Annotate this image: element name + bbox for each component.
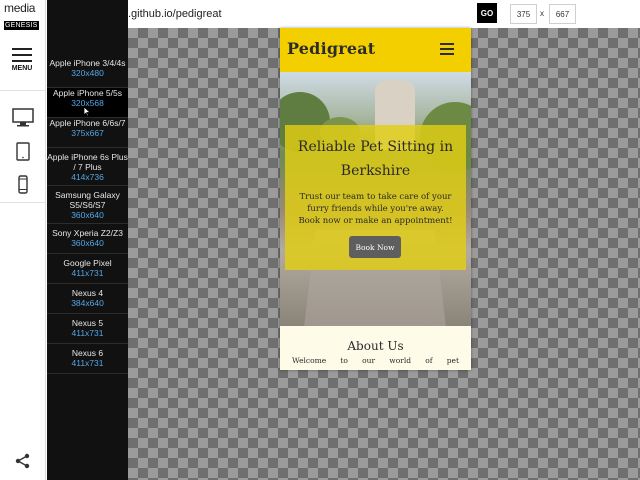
device-name: Apple iPhone 6s Plus / 7 Plus: [47, 152, 128, 172]
cursor-icon: [83, 106, 91, 117]
about-title: About Us: [347, 339, 404, 353]
share-icon: [15, 453, 30, 469]
url-input[interactable]: [128, 3, 476, 25]
hero-card: Reliable Pet Sitting in Berkshire Trust …: [285, 125, 466, 270]
menu-label: MENU: [11, 65, 33, 72]
go-button[interactable]: GO: [477, 3, 497, 23]
device-size: 414x736: [71, 172, 104, 182]
device-name: Nexus 5: [71, 318, 104, 328]
device-name: Sony Xperia Z2/Z3: [52, 228, 123, 238]
divider: [0, 202, 46, 203]
device-item[interactable]: Nexus 6 411x731: [47, 344, 128, 374]
width-input[interactable]: [510, 4, 537, 24]
hamburger-icon[interactable]: [440, 43, 454, 56]
tablet-icon: [16, 142, 30, 161]
device-preview[interactable]: Pedigreat Reliable Pet Sitting in Berksh…: [280, 28, 471, 370]
device-size: 360x640: [71, 238, 104, 248]
menu-icon-bar: [12, 54, 32, 56]
device-item[interactable]: Apple iPhone 6/6s/7 375x667: [47, 118, 128, 148]
device-item[interactable]: Samsung Galaxy S5/S6/S7 360x640: [47, 186, 128, 224]
device-size: 320x480: [71, 68, 104, 78]
device-size: 411x731: [71, 268, 104, 278]
icon-rail: media GENESIS MENU: [0, 0, 46, 480]
site-brand[interactable]: Pedigreat: [287, 39, 375, 58]
device-item[interactable]: Nexus 5 411x731: [47, 314, 128, 344]
menu-icon-bar: [12, 60, 32, 62]
device-size: 375x667: [71, 128, 104, 138]
device-size: 411x731: [71, 328, 104, 338]
hero-title: Reliable Pet Sitting in Berkshire: [297, 139, 454, 179]
device-name: Apple iPhone 6/6s/7: [49, 118, 126, 128]
device-list-panel: Apple iPhone 3/4/4s 320x480 Apple iPhone…: [47, 0, 128, 480]
device-item[interactable]: Nexus 4 384x640: [47, 284, 128, 314]
device-name: Google Pixel: [63, 258, 112, 268]
device-size: 411x731: [71, 358, 104, 368]
phone-view-button[interactable]: [0, 170, 46, 200]
about-section: About Us Welcome to our world of pet: [280, 326, 471, 370]
menu-icon: [12, 48, 32, 50]
device-name: Nexus 4: [71, 288, 104, 298]
book-now-button[interactable]: Book Now: [349, 236, 401, 258]
device-item[interactable]: Apple iPhone 3/4/4s 320x480: [47, 58, 128, 88]
site-navbar: Pedigreat: [280, 28, 471, 72]
phone-icon: [18, 175, 28, 194]
device-size: 384x640: [71, 298, 104, 308]
device-name: Samsung Galaxy S5/S6/S7: [55, 190, 120, 210]
tablet-view-button[interactable]: [0, 137, 46, 167]
desktop-icon: [12, 108, 34, 127]
dimension-separator: x: [540, 9, 544, 18]
hero-text: Trust our team to take care of your furr…: [298, 192, 453, 226]
logo-line2: GENESIS: [4, 21, 39, 30]
about-text: Welcome to our world of pet: [292, 356, 459, 365]
menu-button[interactable]: MENU: [6, 48, 38, 76]
desktop-view-button[interactable]: [0, 103, 46, 133]
device-item[interactable]: Google Pixel 411x731: [47, 254, 128, 284]
device-name: Apple iPhone 5/5s: [53, 88, 122, 98]
device-item[interactable]: Sony Xperia Z2/Z3 360x640: [47, 224, 128, 254]
media-genesis-logo: media GENESIS: [4, 1, 42, 32]
device-name: Apple iPhone 3/4/4s: [49, 58, 126, 68]
logo-line1: media: [4, 1, 36, 15]
device-name: Nexus 6: [71, 348, 104, 358]
url-bar: GO x: [128, 0, 640, 28]
divider: [0, 90, 46, 91]
share-button[interactable]: [14, 452, 32, 470]
height-input[interactable]: [549, 4, 576, 24]
device-item[interactable]: Apple iPhone 6s Plus / 7 Plus 414x736: [47, 148, 128, 186]
device-size: 360x640: [71, 210, 104, 220]
